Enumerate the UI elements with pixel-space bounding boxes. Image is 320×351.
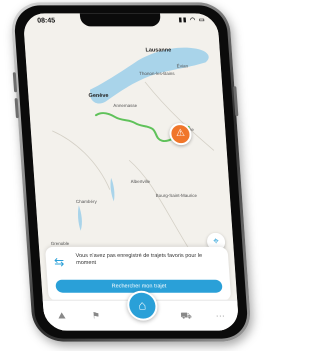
map-label-evian: Évian xyxy=(176,63,189,69)
map-label-albertville: Albertville xyxy=(130,178,151,184)
car-icon[interactable]: ⛟ xyxy=(178,310,195,322)
map-label-geneve: Genève xyxy=(88,93,109,100)
map-icon[interactable]: ⛰ xyxy=(53,310,70,322)
status-icons: ▮▮ ◠ ▭ xyxy=(178,17,206,24)
map-label-chambery: Chambéry xyxy=(75,198,97,204)
roadworks-warning-icon[interactable]: ⚠ xyxy=(168,123,193,146)
status-time: 08:45 xyxy=(36,17,56,25)
map-label-annemasse: Annemasse xyxy=(113,103,138,109)
map-label-grenoble: Grenoble xyxy=(50,240,70,246)
volume-button xyxy=(12,72,18,93)
phone-bezel: 08:45 ▮▮ ◠ ▭ Lausanne Thonon-les-Bains É… xyxy=(13,5,249,339)
map-label-bourg-saint-maurice: Bourg-Saint-Maurice xyxy=(155,192,198,198)
map-label-thonon: Thonon-les-Bains xyxy=(138,71,175,77)
power-button xyxy=(233,86,239,117)
bottom-nav: ⛰ ⚑ ⌂ ⛟ ··· xyxy=(42,290,240,331)
map-label-lausanne: Lausanne xyxy=(145,47,172,54)
more-icon[interactable]: ··· xyxy=(212,310,229,322)
favorites-message: Vous n'avez pas enregistré de trajets fa… xyxy=(75,252,203,266)
route-icon: ⇆ xyxy=(53,254,65,269)
phone-frame: 08:45 ▮▮ ◠ ▭ Lausanne Thonon-les-Bains É… xyxy=(9,2,253,342)
app-screen: 08:45 ▮▮ ◠ ▭ Lausanne Thonon-les-Bains É… xyxy=(22,13,240,331)
volume-button xyxy=(14,98,19,119)
traffic-icon[interactable]: ⚑ xyxy=(87,310,104,322)
camera-notch xyxy=(79,13,161,27)
